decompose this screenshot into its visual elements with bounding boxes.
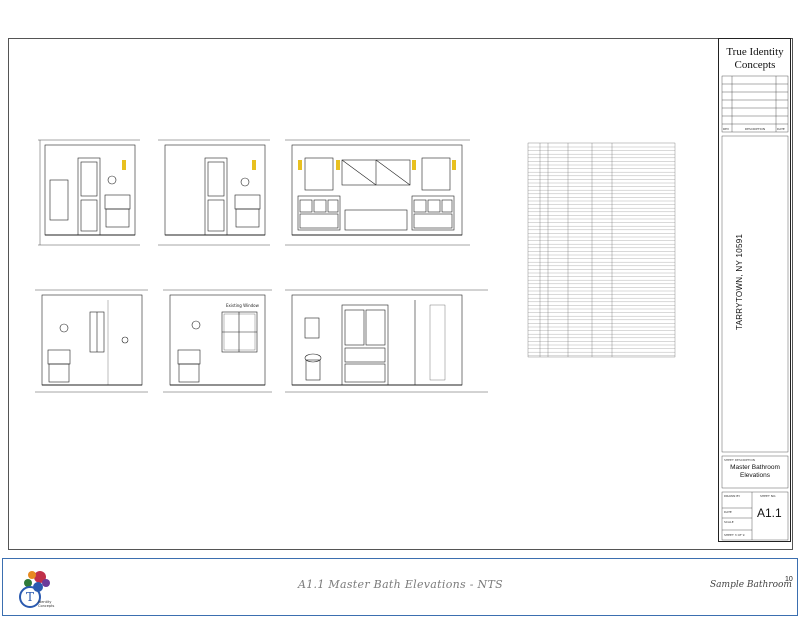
sheet-number: A1.1 <box>757 506 782 520</box>
footer-title: A1.1 Master Bath Elevations - NTS <box>298 578 503 591</box>
footer-project-name: Sample Bathroom <box>710 580 792 590</box>
description-header: DESCRIPTION <box>744 127 766 131</box>
sheet-description-line1: Master Bathroom <box>730 464 780 471</box>
sheet-description: Master Bathroom Elevations <box>722 464 788 480</box>
date-label: DATE <box>724 510 732 514</box>
drawn-by-label: DRAWN BY <box>724 494 741 498</box>
project-location: TARRYTOWN, NY 10591 <box>735 233 744 330</box>
scale-label: SCALE <box>724 520 734 524</box>
svg-text:Concepts: Concepts <box>38 604 54 608</box>
sheet-number-label: SHEET NO. <box>760 494 777 498</box>
sheet-description-line2: Elevations <box>740 472 770 479</box>
page-number: 10 <box>785 576 793 583</box>
rev-header: REV <box>723 127 730 131</box>
revision-grid <box>721 75 789 541</box>
sheet-count: SHEET 3 OF 9 <box>724 533 745 537</box>
company-logo-icon: T Identity Concepts <box>19 571 54 608</box>
svg-text:T: T <box>26 590 34 604</box>
sheet-description-label: SHEET DESCRIPTION <box>724 458 756 462</box>
date-header: DATE <box>777 127 785 131</box>
